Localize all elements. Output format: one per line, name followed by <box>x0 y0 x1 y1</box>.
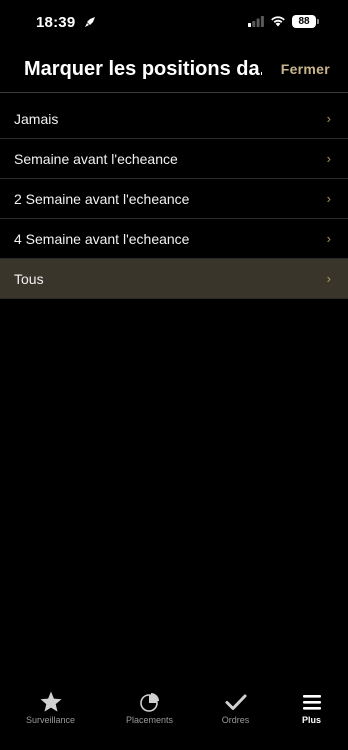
tab-ordres[interactable]: Ordres <box>192 684 279 734</box>
rocket-icon <box>85 17 95 27</box>
pie-chart-icon <box>139 693 159 712</box>
tab-label: Placements <box>125 715 174 725</box>
option-row-one-week[interactable]: Semaine avant l'echeance › <box>0 139 348 179</box>
chevron-right-icon: › <box>326 191 331 206</box>
signal-icon <box>248 16 264 27</box>
option-label: 2 Semaine avant l'echeance <box>14 191 190 207</box>
wifi-icon <box>271 16 285 27</box>
option-row-four-weeks[interactable]: 4 Semaine avant l'echeance › <box>0 219 348 259</box>
tab-surveillance[interactable]: Surveillance <box>7 684 94 734</box>
close-button[interactable]: Fermer <box>281 61 330 77</box>
status-time: 18:39 <box>36 14 76 31</box>
status-bar: 18:39 88 <box>0 0 348 46</box>
option-row-never[interactable]: Jamais › <box>0 99 348 139</box>
tab-label: Surveillance <box>25 715 76 725</box>
chevron-right-icon: › <box>326 111 331 126</box>
chevron-right-icon: › <box>326 151 331 166</box>
option-label: Jamais <box>14 111 59 127</box>
tab-label: Plus <box>301 715 321 725</box>
battery-icon: 88 <box>292 15 316 28</box>
page-title: Marquer les positions da... <box>24 58 262 80</box>
nav-header: Marquer les positions da... Fermer <box>0 46 348 93</box>
star-icon <box>40 691 61 712</box>
option-row-two-weeks[interactable]: 2 Semaine avant l'echeance › <box>0 179 348 219</box>
option-label: 4 Semaine avant l'echeance <box>14 231 190 247</box>
tab-placements[interactable]: Placements <box>106 684 193 734</box>
tab-plus[interactable]: Plus <box>268 684 348 734</box>
chevron-right-icon: › <box>326 231 331 246</box>
option-label: Semaine avant l'echeance <box>14 151 178 167</box>
option-label: Tous <box>14 271 44 287</box>
chevron-right-icon: › <box>326 271 331 286</box>
tab-label: Ordres <box>221 715 250 725</box>
option-row-all[interactable]: Tous › <box>0 259 348 299</box>
checkmark-icon <box>225 694 246 710</box>
menu-icon <box>302 695 321 710</box>
option-list: Jamais › Semaine avant l'echeance › 2 Se… <box>0 99 348 299</box>
battery-cap <box>317 19 319 24</box>
tab-bar: Surveillance Placements Ordres Plus <box>0 682 348 750</box>
